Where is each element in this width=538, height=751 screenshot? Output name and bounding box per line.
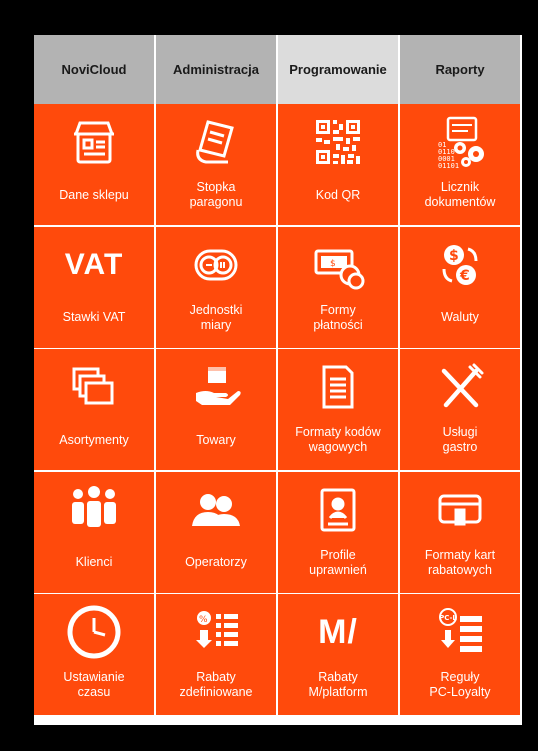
tile-label: Jednostki miary [189, 302, 243, 332]
tile-klienci[interactable]: Klienci [34, 471, 154, 593]
tile-label: Operatorzy [185, 555, 247, 569]
tile-label: Towary [196, 432, 236, 447]
tile-licznik-dokumentow[interactable]: 01 0110 0001 01101 Licznik dokumentów [400, 104, 520, 225]
tile-label: Formaty kodów wagowych [295, 425, 381, 454]
pc-loyalty-icon: PC-L [400, 604, 520, 660]
tile-formy-platnosci[interactable]: $ Formy płatności [278, 226, 398, 348]
tab-administracja[interactable]: Administracja [156, 35, 276, 104]
tile-label: Profile uprawnień [309, 547, 367, 577]
tile-label: Klienci [75, 555, 113, 569]
weight-codes-icon [278, 359, 398, 415]
m-platform-icon-text: M/ [318, 612, 358, 651]
clients-icon [34, 482, 154, 538]
shop-icon [34, 114, 154, 170]
svg-text:$: $ [449, 248, 459, 264]
tile-stopka-paragonu[interactable]: Stopka paragonu [156, 104, 276, 225]
tile-rabaty-m-platform[interactable]: M/ Rabaty M/platform [278, 594, 398, 715]
tile-label: Ustawianie czasu [63, 670, 125, 699]
document-counter-icon: 01 0110 0001 01101 [400, 114, 520, 170]
vat-icon: VAT [34, 237, 154, 293]
tile-ustawianie-czasu[interactable]: Ustawianie czasu [34, 594, 154, 715]
defined-discounts-icon: % [156, 604, 276, 660]
tile-uslugi-gastro[interactable]: Usługi gastro [400, 349, 520, 470]
m-platform-icon: M/ [278, 604, 398, 660]
tile-label: Formaty kart rabatowych [424, 547, 496, 577]
tile-kod-qr[interactable]: Kod QR [278, 104, 398, 225]
tile-rabaty-zdefiniowane[interactable]: % Rabaty zdefiniowane [156, 594, 276, 715]
tile-formaty-kart-rabatowych[interactable]: Formaty kart rabatowych [400, 471, 520, 593]
tab-raporty[interactable]: Raporty [400, 35, 520, 104]
svg-text:01101: 01101 [438, 162, 459, 170]
tile-towary[interactable]: Towary [156, 349, 276, 470]
tile-operatorzy[interactable]: Operatorzy [156, 471, 276, 593]
units-icon [156, 237, 276, 293]
tile-label: Stawki VAT [62, 310, 126, 324]
tile-waluty[interactable]: $ € Waluty [400, 226, 520, 348]
discount-card-icon [400, 482, 520, 538]
tile-label: Reguły PC-Loyalty [429, 670, 491, 699]
tile-asortymenty[interactable]: Asortymenty [34, 349, 154, 470]
svg-text:€: € [459, 268, 470, 284]
tile-jednostki-miary[interactable]: Jednostki miary [156, 226, 276, 348]
tile-reguly-pc-loyalty[interactable]: PC-L Reguły PC-Loyalty [400, 594, 520, 715]
vat-icon-text: VAT [64, 247, 124, 281]
assortments-icon [34, 359, 154, 415]
pc-loyalty-icon-text: PC-L [439, 614, 457, 622]
tab-bar: NoviCloud Administracja Programowanie Ra… [34, 35, 522, 104]
tile-label: Stopka paragonu [189, 180, 243, 209]
tile-label: Usługi gastro [442, 425, 478, 454]
tile-grid: Dane sklepu Stopka paragonu Kod QR 01 01… [34, 104, 522, 715]
tile-label: Rabaty M/platform [308, 670, 368, 699]
goods-icon [156, 359, 276, 415]
app-frame: NoviCloud Administracja Programowanie Ra… [34, 35, 522, 725]
bottom-strip [34, 717, 522, 725]
tile-label: Asortymenty [59, 432, 129, 447]
tile-label: Rabaty zdefiniowane [179, 670, 253, 699]
tile-profile-uprawnien[interactable]: Profile uprawnień [278, 471, 398, 593]
svg-text:%: % [199, 615, 208, 625]
tab-programowanie[interactable]: Programowanie [278, 35, 398, 104]
tile-label: Waluty [441, 310, 479, 324]
tile-stawki-vat[interactable]: VAT Stawki VAT [34, 226, 154, 348]
tile-label: Licznik dokumentów [424, 180, 496, 209]
tile-formaty-kodow-wagowych[interactable]: Formaty kodów wagowych [278, 349, 398, 470]
tile-label: Formy płatności [313, 302, 363, 332]
qr-code-icon [278, 114, 398, 170]
tile-dane-sklepu[interactable]: Dane sklepu [34, 104, 154, 225]
currencies-icon: $ € [400, 237, 520, 293]
receipt-footer-icon [156, 114, 276, 170]
tile-label: Kod QR [315, 187, 361, 202]
tile-label: Dane sklepu [59, 187, 129, 202]
operators-icon [156, 482, 276, 538]
clock-icon [34, 604, 154, 660]
payment-forms-icon: $ [278, 237, 398, 293]
svg-text:$: $ [330, 259, 336, 269]
permission-profiles-icon [278, 482, 398, 538]
tab-novicloud[interactable]: NoviCloud [34, 35, 154, 104]
gastro-icon [400, 359, 520, 415]
